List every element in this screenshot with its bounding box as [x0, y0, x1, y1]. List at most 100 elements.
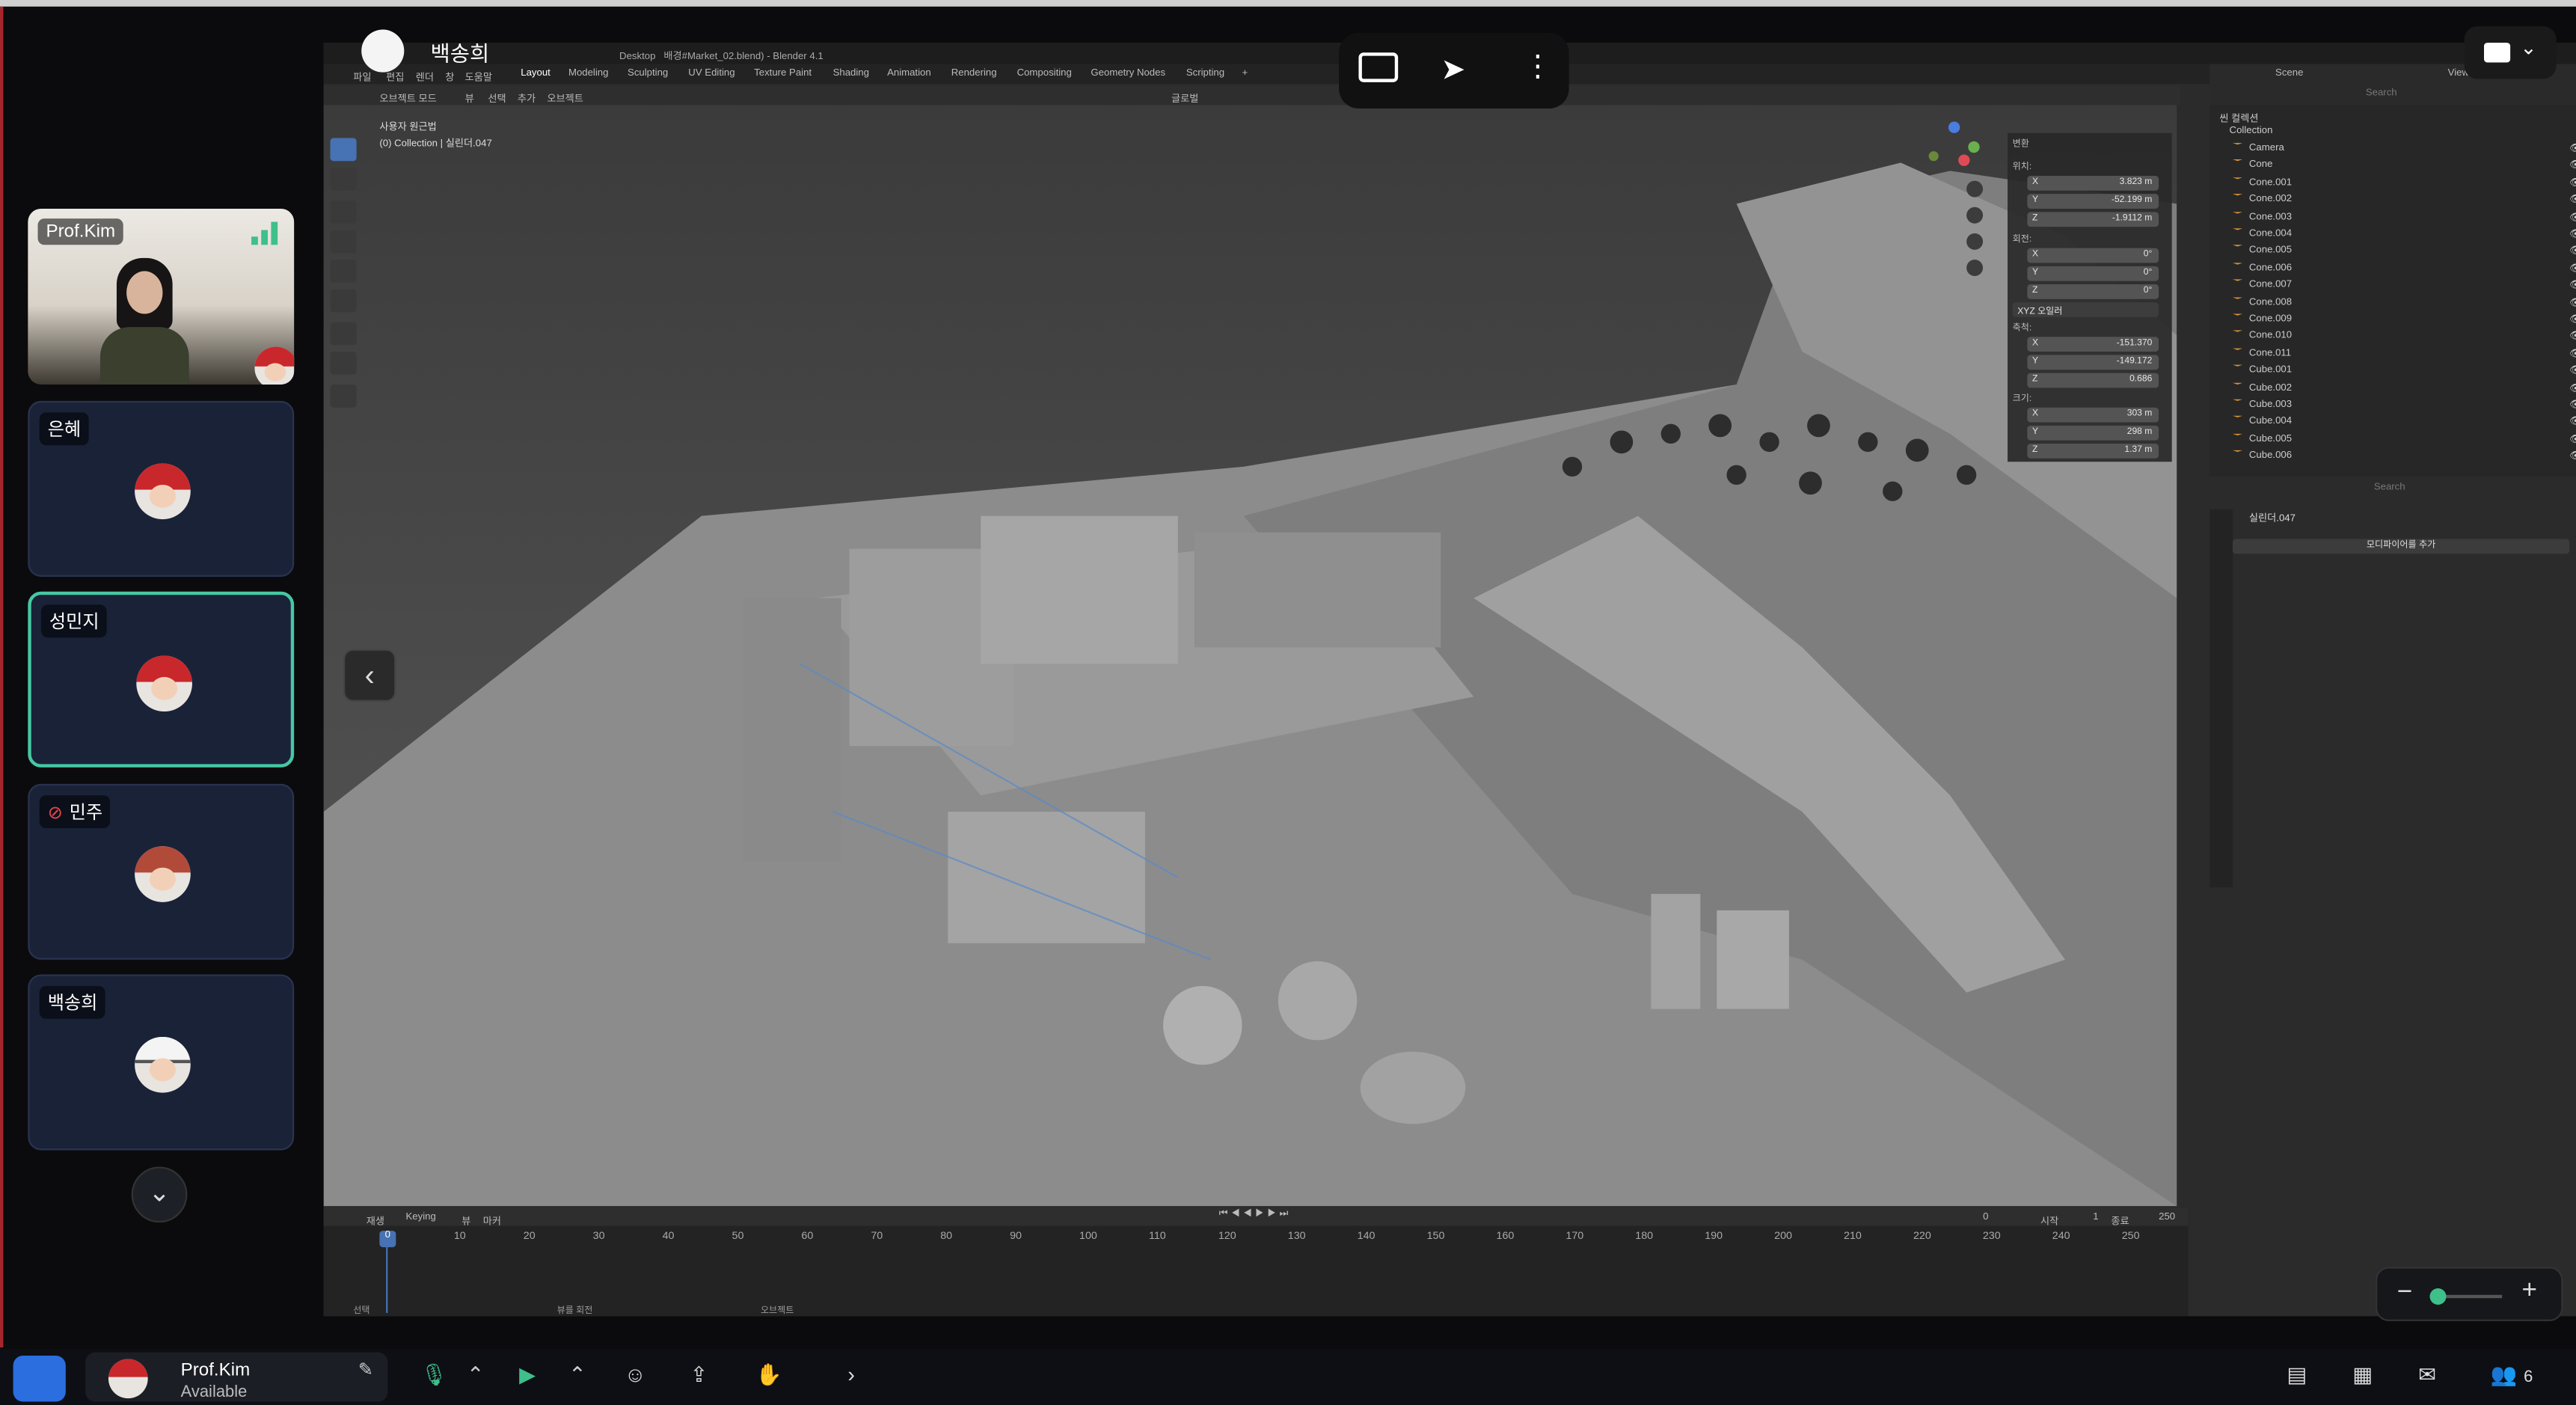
- view-layout-button[interactable]: ⌄: [2464, 26, 2557, 79]
- playhead[interactable]: 0: [379, 1231, 396, 1248]
- outliner-item[interactable]: Cube.006 👁: [2232, 450, 2576, 465]
- tab-uv-editing[interactable]: UV Editing: [688, 69, 735, 79]
- 3d-viewport[interactable]: 사용자 원근법 (0) Collection | 실린더.047: [323, 105, 2177, 1207]
- outliner-item[interactable]: Cube.001 👁: [2232, 365, 2576, 380]
- visibility-toggle-icon[interactable]: 👁: [2569, 160, 2576, 171]
- transform-orientation-select[interactable]: 글로벌: [1171, 91, 1198, 105]
- outliner-item[interactable]: Cone.001 👁: [2232, 177, 2576, 192]
- marker-menu[interactable]: 마커: [483, 1213, 501, 1228]
- visibility-toggle-icon[interactable]: 👁: [2569, 433, 2576, 445]
- tab-scripting[interactable]: Scripting: [1186, 69, 1224, 79]
- emoji-icon[interactable]: ☺: [625, 1362, 646, 1395]
- camera-button[interactable]: ▶: [519, 1362, 536, 1395]
- scale-x-field[interactable]: X -151.370: [2027, 337, 2159, 352]
- measure-tool[interactable]: [330, 352, 357, 375]
- end-frame-field[interactable]: 250: [2159, 1213, 2175, 1222]
- add-cube-tool[interactable]: [330, 384, 357, 408]
- properties-search[interactable]: Search: [2374, 483, 2405, 493]
- visibility-toggle-icon[interactable]: 👁: [2569, 382, 2576, 394]
- user-card[interactable]: Prof.Kim Available ✎: [85, 1352, 388, 1402]
- rotation-y-field[interactable]: Y 0°: [2027, 266, 2159, 281]
- participant-tile-seongminji[interactable]: 성민지: [28, 591, 295, 768]
- dimensions-z-field[interactable]: Z 1.37 m: [2027, 444, 2159, 459]
- tab-shading[interactable]: Shading: [833, 69, 869, 79]
- visibility-toggle-icon[interactable]: 👁: [2569, 314, 2576, 325]
- visibility-toggle-icon[interactable]: 👁: [2569, 417, 2576, 428]
- zoom-out-button[interactable]: −: [2397, 1279, 2413, 1308]
- outliner-item[interactable]: Cone.011 👁: [2232, 348, 2576, 363]
- outliner-item[interactable]: Cone 👁: [2232, 159, 2576, 175]
- add-modifier-button[interactable]: 모디파이어를 추가: [2232, 539, 2570, 554]
- playback-controls[interactable]: ⏮◀◀▶▶⏭: [1219, 1210, 1292, 1221]
- visibility-toggle-icon[interactable]: 👁: [2569, 365, 2576, 376]
- viewport-nav-buttons[interactable]: [1966, 180, 1986, 280]
- grid-icon[interactable]: [1966, 260, 1984, 277]
- calendar-icon[interactable]: ▦: [2352, 1362, 2373, 1395]
- app-menu-button[interactable]: [13, 1356, 66, 1402]
- collection-item[interactable]: Collection: [2230, 126, 2273, 141]
- select-box-tool[interactable]: [330, 138, 357, 162]
- visibility-toggle-icon[interactable]: 👁: [2569, 143, 2576, 154]
- share-screen-icon[interactable]: ⇪: [690, 1362, 708, 1395]
- visibility-toggle-icon[interactable]: 👁: [2569, 263, 2576, 274]
- menu-select[interactable]: 선택: [488, 91, 506, 105]
- tab-geometry-nodes[interactable]: Geometry Nodes: [1091, 69, 1165, 79]
- camera-icon[interactable]: [1966, 233, 1984, 250]
- mic-options-icon[interactable]: ⌃: [467, 1362, 485, 1395]
- tab-sculpting[interactable]: Sculpting: [628, 69, 668, 79]
- participants-button[interactable]: 👥 6: [2491, 1362, 2533, 1395]
- outliner-item[interactable]: Cone.010 👁: [2232, 331, 2576, 346]
- outliner-item[interactable]: Cone.007 👁: [2232, 279, 2576, 295]
- outliner-search[interactable]: Search: [2366, 89, 2397, 99]
- chat-icon[interactable]: ✉: [2418, 1362, 2436, 1395]
- timeline[interactable]: 재생 Keying 뷰 마커 ⏮◀◀▶▶⏭ 0 시작 1 종료 250 0102…: [323, 1207, 2189, 1317]
- outliner-item[interactable]: Cone.003 👁: [2232, 211, 2576, 226]
- visibility-toggle-icon[interactable]: 👁: [2569, 195, 2576, 206]
- scene-collection[interactable]: 씬 컬렉션: [2219, 110, 2258, 125]
- participant-tile-minju[interactable]: ⊘ 민주: [28, 783, 295, 960]
- tab-compositing[interactable]: Compositing: [1017, 69, 1072, 79]
- move-tool[interactable]: [330, 200, 357, 224]
- visibility-toggle-icon[interactable]: 👁: [2569, 280, 2576, 291]
- playback-menu[interactable]: 재생: [367, 1213, 384, 1228]
- keying-menu[interactable]: Keying: [406, 1213, 436, 1222]
- object-name-field[interactable]: 실린더.047: [2249, 509, 2296, 524]
- visibility-toggle-icon[interactable]: 👁: [2569, 348, 2576, 359]
- whiteboard-icon[interactable]: ▤: [2287, 1362, 2307, 1395]
- visibility-toggle-icon[interactable]: 👁: [2569, 245, 2576, 257]
- outliner-item[interactable]: Camera 👁: [2232, 143, 2576, 158]
- more-options-icon[interactable]: ⋮: [1523, 49, 1553, 84]
- current-frame-field[interactable]: 0: [1983, 1213, 1988, 1222]
- location-z-field[interactable]: Z -1.9112 m: [2027, 212, 2159, 227]
- camera-options-icon[interactable]: ⌃: [568, 1362, 586, 1395]
- screen-share-icon[interactable]: [1358, 52, 1399, 82]
- outliner-item[interactable]: Cube.002 👁: [2232, 382, 2576, 397]
- dimensions-x-field[interactable]: X 303 m: [2027, 407, 2159, 423]
- start-frame-field[interactable]: 1: [2093, 1213, 2098, 1222]
- scale-y-field[interactable]: Y -149.172: [2027, 355, 2159, 370]
- participant-tile-eunhye[interactable]: 은혜: [28, 400, 295, 577]
- navigation-gizmo[interactable]: [1925, 121, 1981, 178]
- visibility-toggle-icon[interactable]: 👁: [2569, 211, 2576, 223]
- rotation-mode-select[interactable]: XYZ 오일러: [2012, 302, 2159, 317]
- scale-z-field[interactable]: Z 0.686: [2027, 373, 2159, 388]
- tab-animation[interactable]: Animation: [887, 69, 931, 79]
- zoom-in-button[interactable]: +: [2522, 1277, 2538, 1307]
- outliner-item[interactable]: Cone.009 👁: [2232, 313, 2576, 329]
- tab-rendering[interactable]: Rendering: [951, 69, 997, 79]
- microphone-button[interactable]: 🎙: [420, 1362, 447, 1395]
- visibility-toggle-icon[interactable]: 👁: [2569, 297, 2576, 308]
- add-workspace-button[interactable]: +: [1242, 69, 1248, 79]
- visibility-toggle-icon[interactable]: 👁: [2569, 177, 2576, 189]
- scale-tool[interactable]: [330, 260, 357, 283]
- outliner-item[interactable]: Cube.003 👁: [2232, 399, 2576, 414]
- pointer-icon[interactable]: ➤: [1441, 52, 1465, 87]
- menu-add[interactable]: 추가: [518, 91, 536, 105]
- outliner-item[interactable]: Cone.006 👁: [2232, 262, 2576, 278]
- outliner-item[interactable]: Cone.005 👁: [2232, 245, 2576, 260]
- pan-icon[interactable]: [1966, 206, 1984, 224]
- rotation-x-field[interactable]: X 0°: [2027, 248, 2159, 263]
- outliner-item[interactable]: Cone.004 👁: [2232, 228, 2576, 243]
- participant-tile-baeksonghui[interactable]: 백송희: [28, 974, 295, 1151]
- zoom-slider-thumb[interactable]: [2429, 1288, 2447, 1305]
